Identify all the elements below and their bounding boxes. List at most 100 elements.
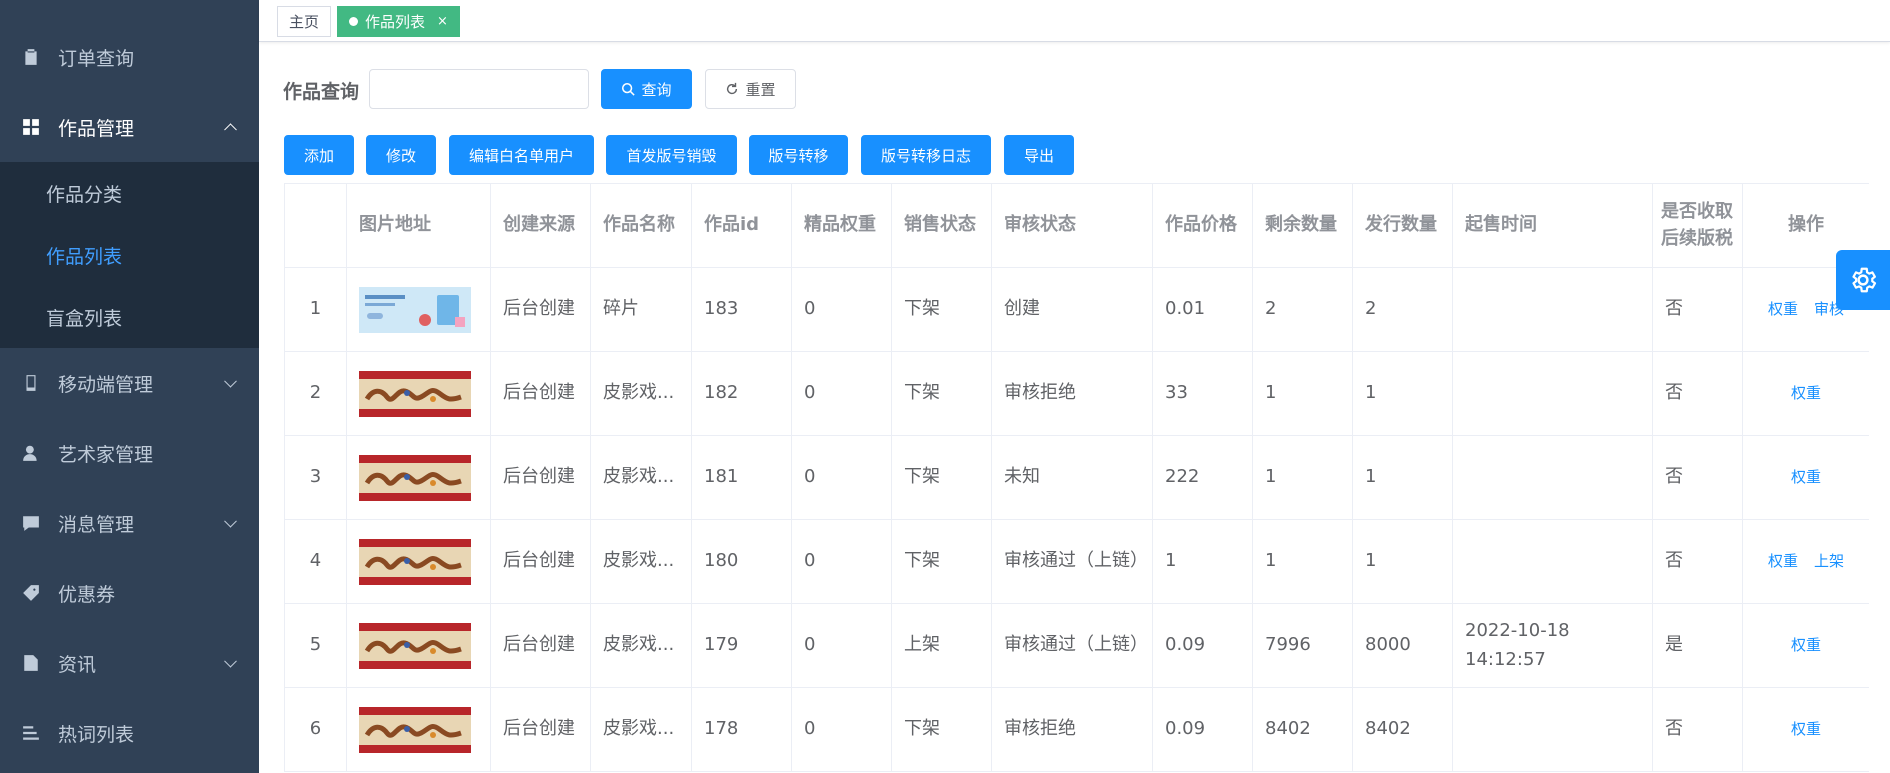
- cell-index: 2: [284, 351, 347, 436]
- sidebar-subitem-blindbox[interactable]: 盲盒列表: [0, 286, 259, 348]
- weight-link[interactable]: 权重: [1791, 468, 1821, 486]
- header-weight: 精品权重: [791, 183, 892, 268]
- work-thumbnail-image: [359, 622, 471, 669]
- cell-id: 178: [691, 687, 792, 772]
- table-row: 2 后台创建 皮影戏... 182 0 下架 审核拒绝 33 1 1 否权重: [284, 351, 1869, 436]
- cell-weight: 0: [791, 519, 892, 604]
- export-button[interactable]: 导出: [1004, 135, 1074, 175]
- cell-id: 183: [691, 267, 792, 352]
- cell-index: 6: [284, 687, 347, 772]
- cell-start-time: [1452, 351, 1653, 436]
- cell-remain: 2: [1252, 267, 1353, 352]
- query-button[interactable]: 查询: [601, 69, 692, 109]
- app-root: 订单查询 作品管理 作品分类 作品列表 盲盒列表 移动端管理 艺术家管理 消息管…: [0, 0, 1890, 773]
- work-thumbnail-image: [359, 454, 471, 501]
- cell-issued: 8000: [1352, 603, 1453, 688]
- works-table: 图片地址 创建来源 作品名称 作品id 精品权重 销售状态 审核状态 作品价格 …: [284, 183, 1869, 772]
- sidebar-item-label: 作品管理: [58, 117, 135, 140]
- cell-start-time: [1452, 267, 1653, 352]
- cell-name: 皮影戏...: [590, 519, 692, 604]
- cell-start-time: 2022-10-18 14:12:57: [1452, 603, 1653, 688]
- refresh-icon: [727, 82, 738, 95]
- destroy-edition-button[interactable]: 首发版号销毁: [606, 135, 737, 175]
- add-button[interactable]: 添加: [284, 135, 354, 175]
- reset-button[interactable]: 重置: [705, 69, 796, 109]
- settings-fab-button[interactable]: [1836, 250, 1890, 310]
- sidebar-item-news[interactable]: 资讯: [0, 628, 259, 698]
- edit-whitelist-button[interactable]: 编辑白名单用户: [449, 135, 594, 175]
- sidebar-item-label: 移动端管理: [58, 373, 154, 396]
- query-button-label: 查询: [641, 80, 672, 99]
- close-icon[interactable]: ×: [437, 14, 448, 29]
- cell-audit-status: 创建: [991, 267, 1153, 352]
- sidebar-subitem-works-list[interactable]: 作品列表: [0, 224, 259, 286]
- cell-sale-status: 下架: [891, 267, 992, 352]
- weight-link[interactable]: 权重: [1791, 636, 1821, 654]
- cell-remain: 1: [1252, 351, 1353, 436]
- cell-actions: 权重 上架: [1742, 519, 1869, 604]
- sidebar-item-coupons[interactable]: 优惠券: [0, 558, 259, 628]
- weight-link[interactable]: 权重: [1768, 300, 1798, 318]
- sidebar-item-messages[interactable]: 消息管理: [0, 488, 259, 558]
- sidebar-top-spacer: [0, 0, 259, 22]
- cell-actions: 权重: [1742, 687, 1869, 772]
- tag-home[interactable]: 主页: [277, 6, 332, 37]
- table-row: 6 后台创建 皮影戏... 178 0 下架 审核拒绝 0.09 8402 8402 否权重: [284, 687, 1869, 772]
- weight-link[interactable]: 权重: [1791, 384, 1821, 402]
- cell-image: [346, 351, 491, 436]
- cell-audit-status: 审核拒绝: [991, 351, 1153, 436]
- weight-link[interactable]: 权重: [1768, 552, 1798, 570]
- cell-image: [346, 435, 491, 520]
- cell-sale-status: 下架: [891, 351, 992, 436]
- tags-view-bar: 主页 作品列表 ×: [259, 0, 1890, 42]
- table-body: 1 后台创建 碎片 183 0 下架 创建 0.01 2 2 否权重 审核 2 后台创建 皮影戏... 182…: [284, 267, 1869, 772]
- chevron-down-icon: [224, 374, 237, 388]
- sidebar-item-hotwords[interactable]: 热词列表: [0, 698, 259, 768]
- sidebar-item-label: 消息管理: [58, 513, 135, 536]
- sidebar-item-artists[interactable]: 艺术家管理: [0, 418, 259, 488]
- cell-sale-status: 下架: [891, 435, 992, 520]
- cell-index: 5: [284, 603, 347, 688]
- works-submenu: 作品分类 作品列表 盲盒列表: [0, 162, 259, 348]
- cell-actions: 权重: [1742, 351, 1869, 436]
- table-header-row: 图片地址 创建来源 作品名称 作品id 精品权重 销售状态 审核状态 作品价格 …: [284, 183, 1869, 268]
- work-thumbnail-image: [359, 286, 471, 333]
- cell-source: 后台创建: [490, 351, 591, 436]
- cell-price: 0.01: [1152, 267, 1253, 352]
- sidebar-item-works[interactable]: 作品管理: [0, 92, 259, 162]
- action-link[interactable]: 上架: [1814, 552, 1844, 570]
- message-icon: [22, 514, 40, 532]
- transfer-edition-button[interactable]: 版号转移: [749, 135, 848, 175]
- header-source: 创建来源: [490, 183, 591, 268]
- cell-royalty: 是: [1652, 603, 1743, 688]
- cell-source: 后台创建: [490, 519, 591, 604]
- sidebar-item-label: 艺术家管理: [58, 443, 154, 466]
- cell-name: 皮影戏...: [590, 603, 692, 688]
- document-icon: [22, 654, 40, 672]
- chevron-down-icon: [224, 514, 237, 528]
- tag-works-list[interactable]: 作品列表 ×: [337, 6, 460, 37]
- gear-icon: [1852, 267, 1877, 293]
- header-id: 作品id: [691, 183, 792, 268]
- sidebar-subitem-category[interactable]: 作品分类: [0, 162, 259, 224]
- transfer-log-button[interactable]: 版号转移日志: [861, 135, 991, 175]
- cell-royalty: 否: [1652, 351, 1743, 436]
- sidebar: 订单查询 作品管理 作品分类 作品列表 盲盒列表 移动端管理 艺术家管理 消息管…: [0, 0, 259, 773]
- clipboard-icon: [22, 48, 40, 66]
- cell-weight: 0: [791, 267, 892, 352]
- cell-remain: 8402: [1252, 687, 1353, 772]
- cell-weight: 0: [791, 435, 892, 520]
- cell-source: 后台创建: [490, 435, 591, 520]
- works-table-wrapper: 图片地址 创建来源 作品名称 作品id 精品权重 销售状态 审核状态 作品价格 …: [284, 183, 1869, 773]
- weight-link[interactable]: 权重: [1791, 720, 1821, 738]
- cell-id: 181: [691, 435, 792, 520]
- header-issued: 发行数量: [1352, 183, 1453, 268]
- sidebar-item-mobile[interactable]: 移动端管理: [0, 348, 259, 418]
- cell-name: 碎片: [590, 267, 692, 352]
- sidebar-item-orders[interactable]: 订单查询: [0, 22, 259, 92]
- edit-button[interactable]: 修改: [366, 135, 436, 175]
- cell-name: 皮影戏...: [590, 687, 692, 772]
- cell-image: [346, 267, 491, 352]
- header-sale-status: 销售状态: [891, 183, 992, 268]
- search-input[interactable]: [369, 69, 589, 109]
